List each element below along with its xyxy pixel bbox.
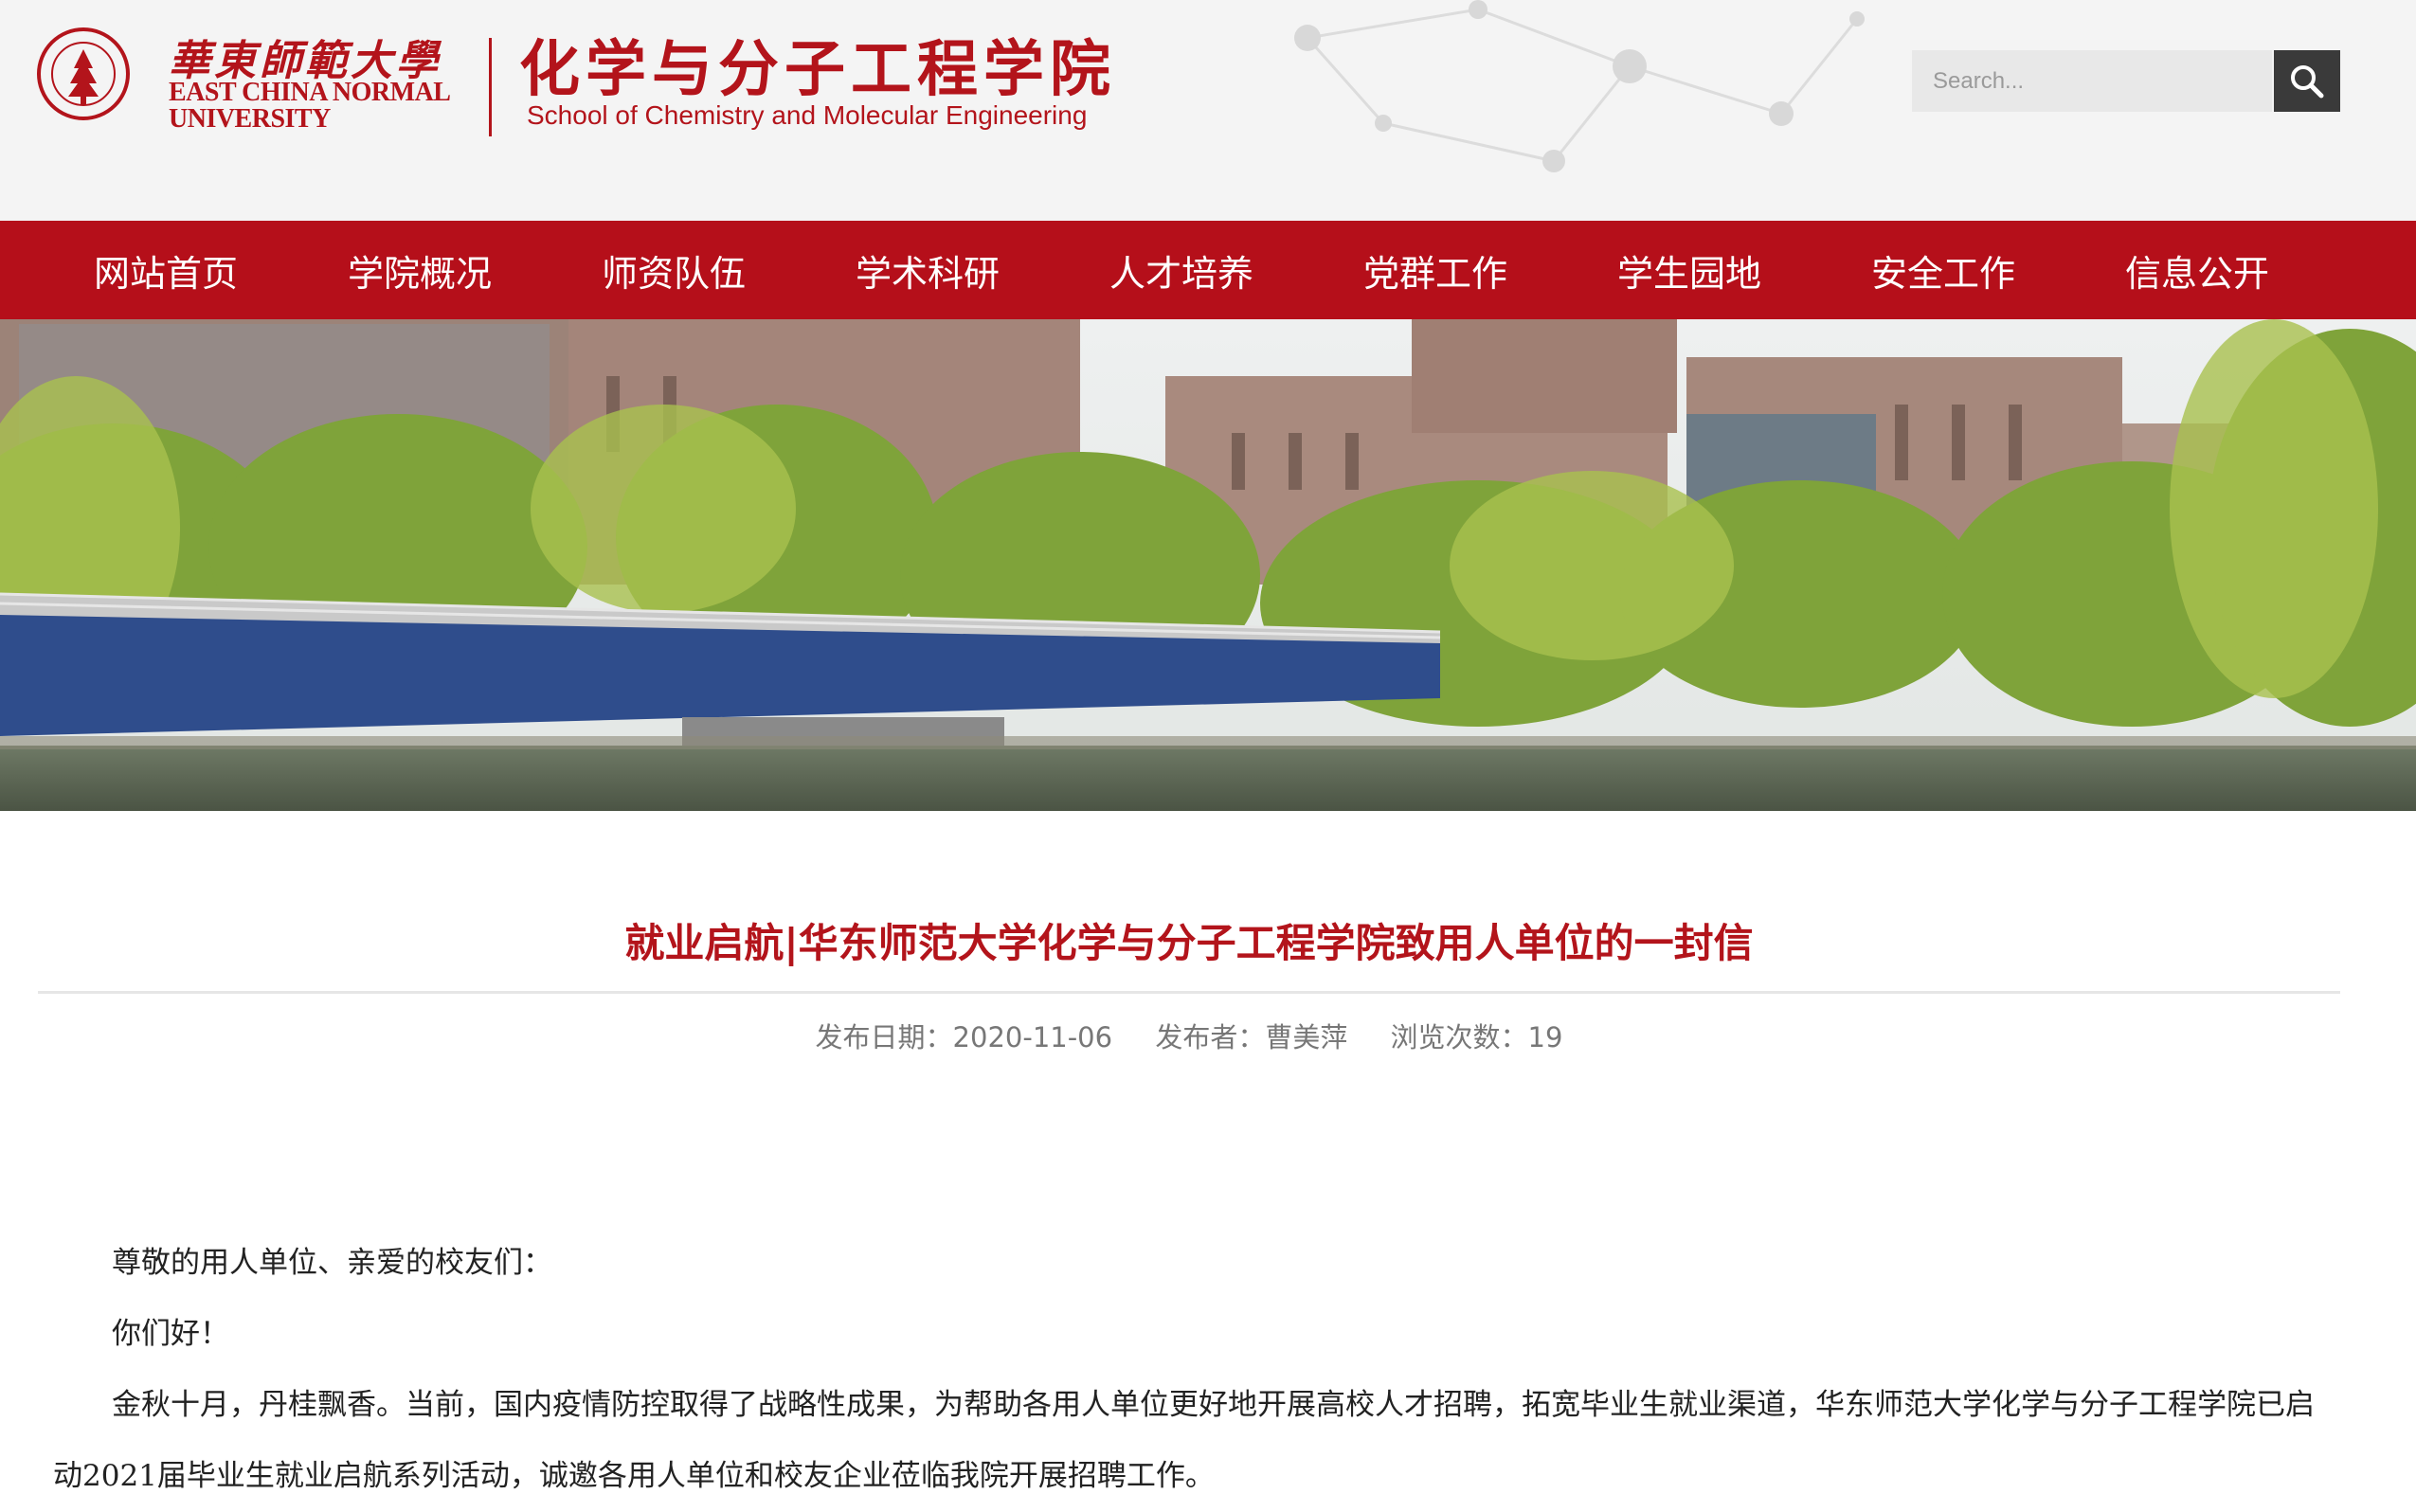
ecnu-seal-icon[interactable] (36, 27, 131, 121)
main-nav: 网站首页 学院概况 师资队伍 学术科研 人才培养 党群工作 学生园地 安全工作 … (0, 221, 2416, 319)
nav-item-party[interactable]: 党群工作 (1308, 221, 1562, 319)
article-meta: 发布日期：2020-11-06 发布者：曹美萍 浏览次数：19 (0, 1016, 2378, 1055)
paragraph: 尊敬的用人单位、亲爱的校友们： (112, 1246, 552, 1280)
school-name-cn[interactable]: 化学与分子工程学院 (519, 21, 1116, 108)
article-title: 就业启航|华东师范大学化学与分子工程学院致用人单位的一封信 (624, 920, 1754, 966)
view-count: 浏览次数：19 (1390, 1021, 1563, 1053)
campus-banner-image (0, 319, 2416, 811)
nav-item-overview[interactable]: 学院概况 (293, 221, 547, 319)
nav-item-disclosure[interactable]: 信息公开 (2070, 221, 2324, 319)
nav-item-faculty[interactable]: 师资队伍 (547, 221, 801, 319)
search-button[interactable] (2274, 50, 2340, 112)
university-name-en: EAST CHINA NORMAL UNIVERSITY (169, 80, 481, 133)
nav-item-education[interactable]: 人才培养 (1055, 221, 1308, 319)
school-name-en: School of Chemistry and Molecular Engine… (527, 100, 1088, 130)
nav-item-home[interactable]: 网站首页 (39, 221, 293, 319)
publisher: 发布者：曹美萍 (1155, 1021, 1348, 1053)
university-name-en-line1: EAST CHINA NORMAL (169, 78, 451, 107)
logo-divider (489, 38, 492, 136)
paragraph: 金秋十月，丹桂飘香。当前，国内疫情防控取得了战略性成果，为帮助各用人单位更好地开… (53, 1388, 2315, 1493)
magnifier-icon (2291, 64, 2324, 98)
paragraph: 你们好！ (112, 1317, 229, 1351)
search-input[interactable] (1912, 50, 2272, 112)
nav-item-research[interactable]: 学术科研 (801, 221, 1055, 319)
article-body: 尊敬的用人单位、亲爱的校友们： 你们好！ 金秋十月，丹桂飘香。当前，国内疫情防控… (53, 1228, 2336, 1512)
publish-date: 发布日期：2020-11-06 (815, 1021, 1113, 1053)
nav-item-students[interactable]: 学生园地 (1562, 221, 1816, 319)
nav-item-safety[interactable]: 安全工作 (1816, 221, 2070, 319)
title-divider (38, 991, 2340, 994)
site-header: 華東師範大學 EAST CHINA NORMAL UNIVERSITY 化学与分… (0, 0, 2416, 221)
university-name-en-line2: UNIVERSITY (169, 104, 331, 134)
